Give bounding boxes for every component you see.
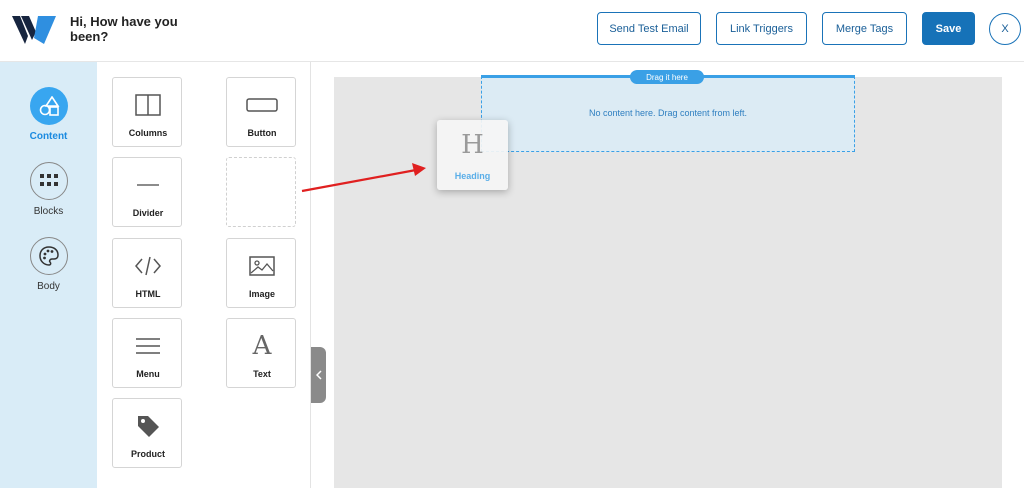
tool-empty-slot (226, 157, 296, 227)
tool-label: Columns (128, 128, 168, 138)
panel-collapse-handle[interactable] (311, 347, 326, 403)
image-icon (227, 253, 297, 279)
arrow-annotation-icon (301, 163, 426, 193)
tool-button[interactable]: Button (226, 77, 296, 147)
tool-image[interactable]: Image (226, 238, 296, 308)
top-header: Hi, How have you been? Send Test Email L… (0, 0, 1024, 62)
tool-label: HTML (135, 289, 161, 299)
tag-icon (113, 413, 183, 439)
greeting-text: Hi, How have you been? (70, 14, 178, 44)
code-icon (113, 253, 183, 279)
link-triggers-button[interactable]: Link Triggers (716, 12, 807, 45)
tool-product[interactable]: Product (112, 398, 182, 468)
tool-html[interactable]: HTML (112, 238, 182, 308)
palette-icon (29, 237, 68, 275)
dragged-heading-tile[interactable]: H Heading (437, 120, 508, 190)
tool-divider[interactable]: Divider (112, 157, 182, 227)
sidebar-item-label: Body (37, 281, 60, 292)
sidebar-item-label: Content (29, 131, 68, 142)
merge-tags-button[interactable]: Merge Tags (822, 12, 907, 45)
logo-icon (12, 16, 56, 44)
sidebar-item-body[interactable]: Body (0, 237, 97, 292)
heading-icon: H (461, 130, 484, 160)
content-tools-panel: Columns Button Divider HTML Image Menu A… (97, 62, 311, 488)
tool-label: Menu (136, 369, 160, 379)
close-button[interactable]: X (989, 13, 1021, 45)
tool-text[interactable]: A Text (226, 318, 296, 388)
button-icon (227, 92, 297, 118)
sidebar: Content Blocks Body (0, 62, 97, 488)
tool-label: Divider (132, 208, 164, 218)
divider-icon (113, 172, 183, 198)
tool-label: Text (253, 369, 271, 379)
drop-zone-placeholder: No content here. Drag content from left. (588, 108, 748, 118)
tool-label: Heading (454, 171, 491, 181)
tool-label: Button (247, 128, 277, 138)
grid-icon (29, 162, 68, 200)
sidebar-item-blocks[interactable]: Blocks (0, 162, 97, 217)
tool-menu[interactable]: Menu (112, 318, 182, 388)
send-test-email-button[interactable]: Send Test Email (597, 12, 701, 45)
save-button[interactable]: Save (922, 12, 975, 45)
text-icon: A (252, 331, 272, 361)
drag-here-pill: Drag it here (630, 70, 704, 84)
sidebar-item-label: Blocks (33, 206, 64, 217)
tool-label: Image (248, 289, 275, 299)
chevron-left-icon (315, 370, 322, 380)
tool-columns[interactable]: Columns (112, 77, 182, 147)
shapes-icon (29, 87, 68, 125)
menu-icon (113, 333, 183, 359)
tool-label: Product (130, 449, 165, 459)
columns-icon (113, 92, 183, 118)
sidebar-item-content[interactable]: Content (0, 87, 97, 142)
